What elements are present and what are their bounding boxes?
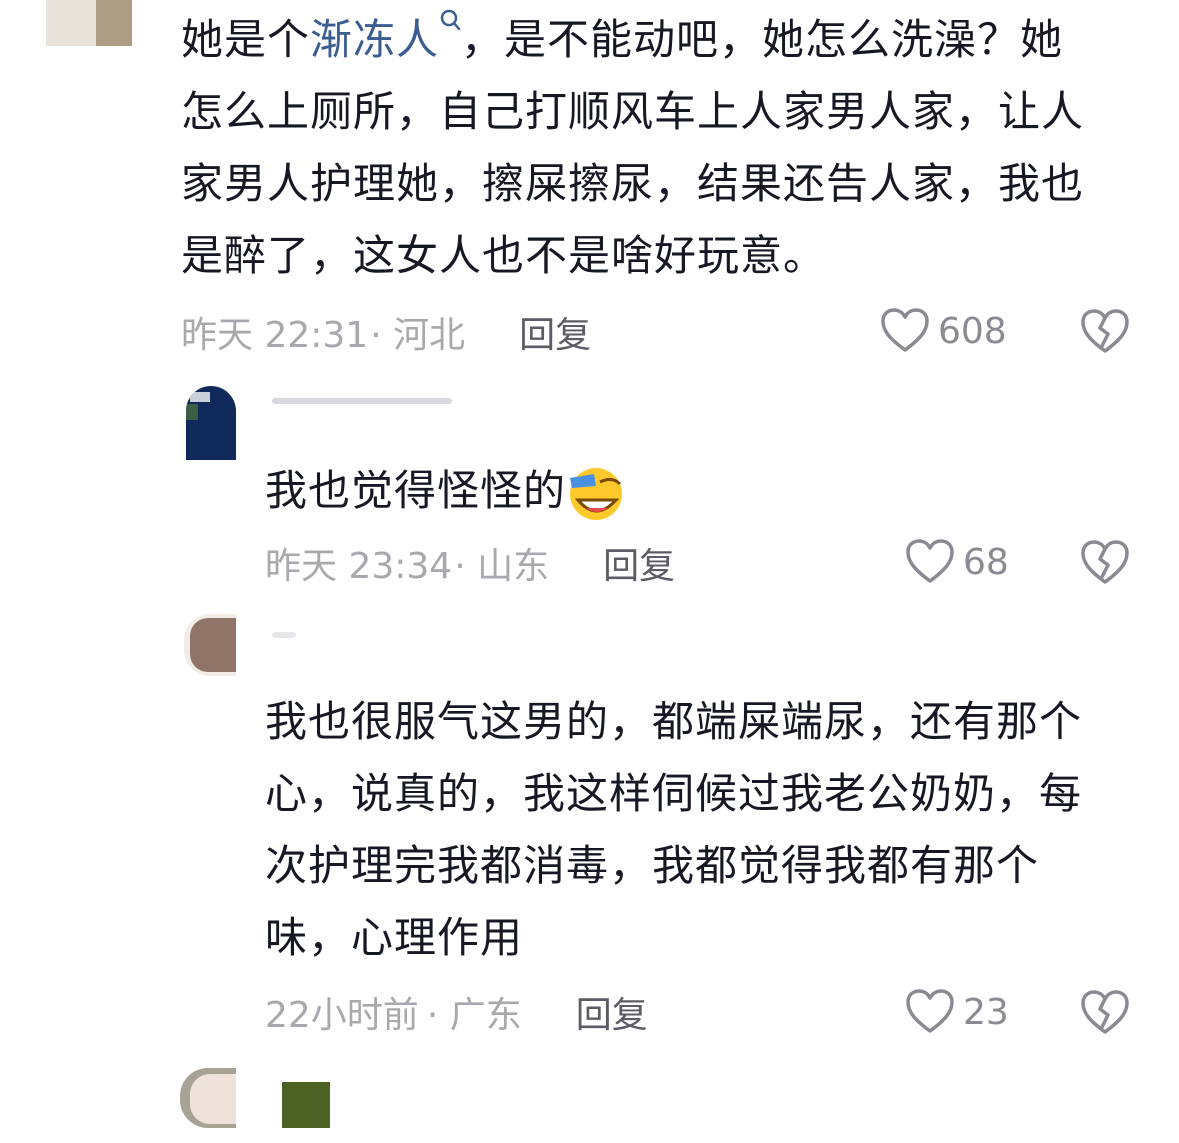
search-icon bbox=[440, 9, 461, 31]
comment-3-text: 我也很服气这男的，都端屎端尿，还有那个 心，说真的，我这样伺候过我老公奶奶，每 … bbox=[265, 697, 1083, 962]
comment-3-time: 22小时前 bbox=[265, 995, 419, 1036]
avatar-comment-3[interactable] bbox=[184, 614, 236, 676]
broken-heart-icon[interactable] bbox=[1080, 306, 1130, 356]
comment-3-meta: 22小时前 · 广东 回复 bbox=[265, 987, 648, 1037]
comment-3-location: · 广东 bbox=[426, 995, 522, 1036]
heart-outline-icon bbox=[906, 989, 954, 1033]
avatar-comment-1[interactable] bbox=[46, 0, 132, 46]
comment-1-like-button[interactable]: 608 bbox=[880, 303, 1007, 359]
comment-3-like-button[interactable]: 23 bbox=[905, 984, 1009, 1040]
laugh-cry-emoji bbox=[570, 467, 623, 520]
avatar-comment-4[interactable] bbox=[180, 1068, 236, 1128]
broken-heart-icon[interactable] bbox=[1080, 537, 1130, 587]
comment-1-location: · 河北 bbox=[370, 315, 466, 356]
comment-1-meta: 昨天 22:31 · 河北 回复 bbox=[181, 307, 591, 357]
comment-2-time: 昨天 23:34 bbox=[265, 546, 453, 587]
comment-4-badge bbox=[282, 1082, 330, 1128]
comment-3-reply-button[interactable]: 回复 bbox=[576, 986, 648, 1038]
comment-2-location: · 山东 bbox=[454, 546, 550, 587]
comment-1-like-count: 608 bbox=[938, 310, 1007, 352]
heart-outline-icon bbox=[906, 539, 954, 583]
comment-2-like-button[interactable]: 68 bbox=[905, 534, 1009, 590]
search-link-jiandongren[interactable]: 渐冻人 bbox=[310, 9, 461, 64]
comment-2-text: 我也觉得怪怪的 bbox=[265, 455, 628, 527]
comment-1-text: 她是个渐冻人 ，是不能动吧，她怎么洗澡？她 怎么上厕所，自己打顺风车上人家男人家，… bbox=[181, 4, 1141, 292]
comment-1-reply-button[interactable]: 回复 bbox=[519, 306, 591, 358]
comment-3-like-count: 23 bbox=[963, 991, 1009, 1033]
comment-2-meta: 昨天 23:34 · 山东 回复 bbox=[265, 538, 675, 588]
broken-heart-icon[interactable] bbox=[1080, 987, 1130, 1037]
comment-1-time: 昨天 22:31 bbox=[181, 315, 369, 356]
comment-3-username[interactable] bbox=[272, 632, 296, 638]
comment-2-like-count: 68 bbox=[963, 541, 1009, 583]
heart-outline-icon bbox=[881, 308, 929, 352]
avatar-comment-2[interactable] bbox=[186, 386, 236, 460]
comment-2-reply-button[interactable]: 回复 bbox=[603, 537, 675, 589]
comment-2-username[interactable] bbox=[272, 398, 452, 404]
